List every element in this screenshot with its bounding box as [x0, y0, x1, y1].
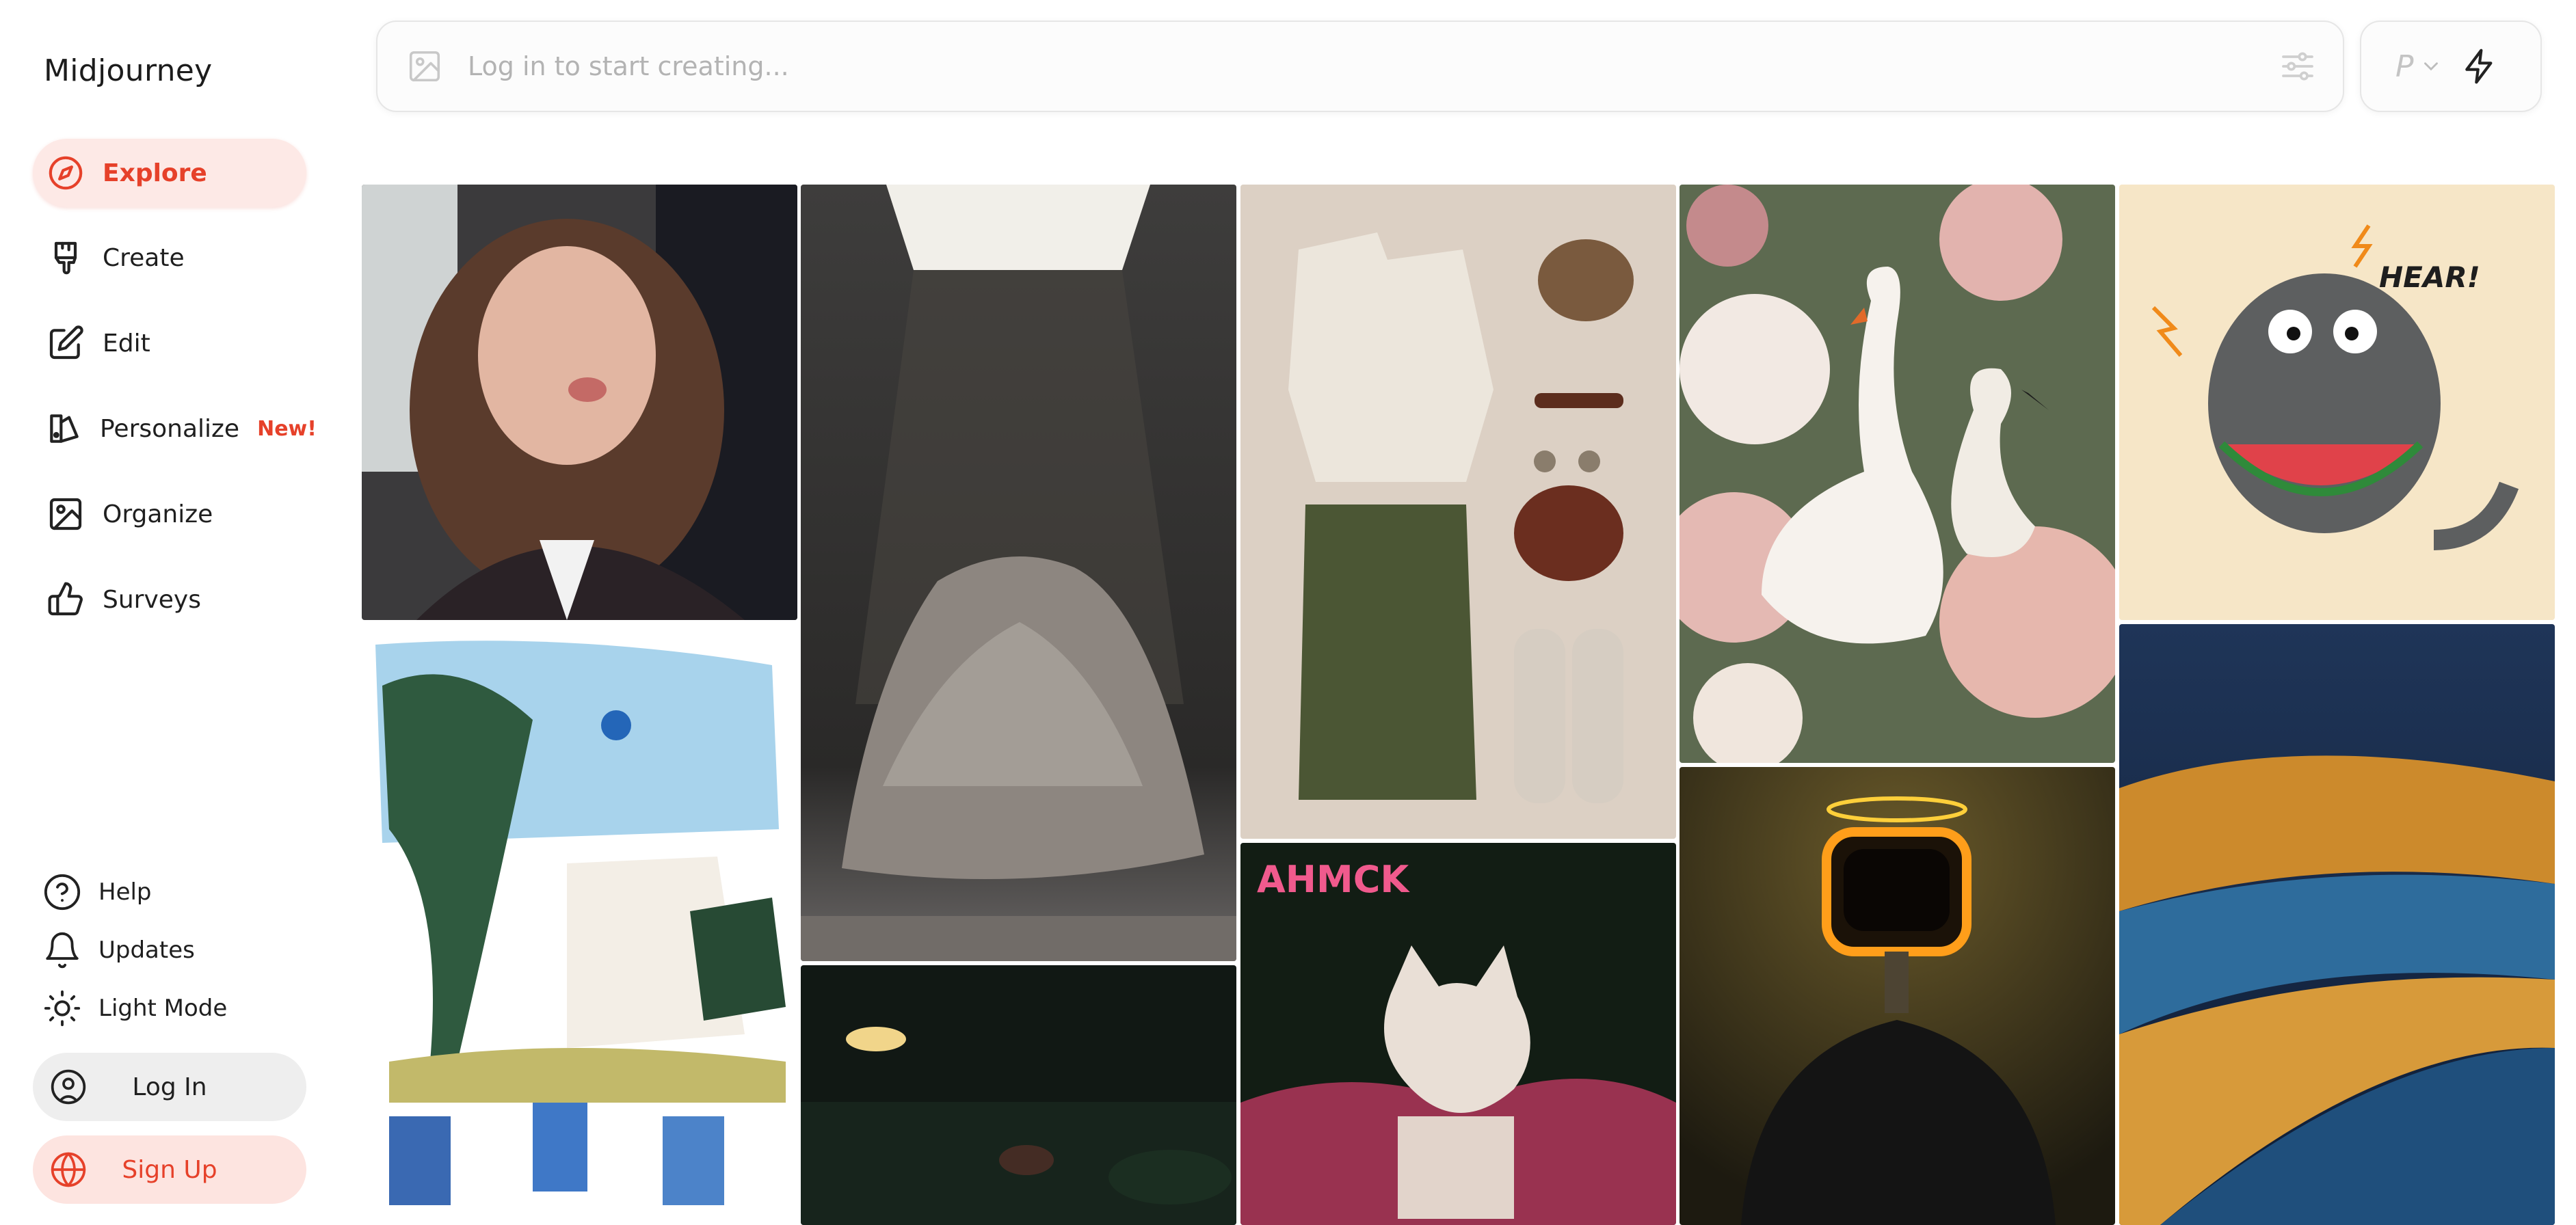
- nav-explore[interactable]: Explore: [33, 139, 306, 207]
- nav-organize[interactable]: Organize: [33, 480, 306, 548]
- login-button[interactable]: Log In: [33, 1053, 306, 1121]
- help-icon: [44, 874, 81, 911]
- help-link[interactable]: Help: [42, 868, 152, 916]
- brush-icon: [45, 237, 86, 278]
- nav-surveys[interactable]: Surveys: [33, 565, 306, 634]
- thumbs-up-icon: [45, 579, 86, 620]
- gallery-image-sculpture-pile[interactable]: [801, 185, 1236, 961]
- nav-personalize[interactable]: Personalize New!: [33, 394, 317, 463]
- personalize-icon: [45, 408, 83, 449]
- image-upload-icon[interactable]: [406, 48, 443, 85]
- light-mode-toggle[interactable]: Light Mode: [42, 984, 227, 1032]
- gallery-image-cat-poster[interactable]: AHMCK: [1240, 843, 1676, 1225]
- personalize-toggle[interactable]: P: [2395, 49, 2414, 84]
- nav-explore-label: Explore: [103, 159, 207, 187]
- settings-sliders-icon[interactable]: [2279, 47, 2317, 85]
- edit-icon: [45, 323, 86, 364]
- nav-personalize-label: Personalize: [100, 414, 240, 443]
- nav-edit[interactable]: Edit: [33, 309, 306, 377]
- new-badge: New!: [257, 416, 317, 441]
- login-label: Log In: [132, 1073, 207, 1101]
- bell-icon: [46, 932, 79, 969]
- brand-logo[interactable]: Midjourney: [44, 53, 212, 88]
- light-mode-label: Light Mode: [98, 995, 228, 1022]
- compass-icon: [45, 152, 86, 193]
- prompt-input[interactable]: Log in to start creating...: [376, 21, 2344, 112]
- gallery-image-robot-halo[interactable]: [1679, 767, 2115, 1225]
- help-label: Help: [98, 878, 152, 906]
- gallery-image-flatlay-outfit[interactable]: [1240, 185, 1676, 839]
- nav-surveys-label: Surveys: [103, 585, 201, 614]
- sun-icon: [44, 990, 81, 1027]
- gallery-image-night-blur[interactable]: [801, 965, 1236, 1225]
- prompt-placeholder: Log in to start creating...: [468, 51, 789, 81]
- updates-link[interactable]: Updates: [42, 926, 195, 974]
- chevron-down-icon[interactable]: [2419, 55, 2443, 78]
- sidebar: Midjourney Explore Create Edit Personali…: [0, 0, 342, 1225]
- nav-create-label: Create: [103, 243, 185, 272]
- gallery-image-glitter-waves[interactable]: [2119, 624, 2555, 1225]
- mode-controls: P: [2360, 21, 2542, 112]
- signup-button[interactable]: Sign Up: [33, 1135, 306, 1204]
- signup-label: Sign Up: [122, 1155, 217, 1184]
- gallery-image-painted-park[interactable]: [362, 624, 797, 1225]
- bolt-icon[interactable]: [2460, 47, 2499, 85]
- gallery-image-swans-peonies[interactable]: [1679, 185, 2115, 763]
- nav-organize-label: Organize: [103, 500, 213, 528]
- nav-create[interactable]: Create: [33, 224, 306, 292]
- gallery-image-fuzzy-monster[interactable]: HEAR!: [2119, 185, 2555, 620]
- updates-label: Updates: [98, 937, 195, 964]
- nav-edit-label: Edit: [103, 329, 150, 358]
- image-icon: [45, 494, 86, 535]
- gallery-image-portrait-selfie[interactable]: [362, 185, 797, 620]
- poster-title: AHMCK: [1257, 858, 1410, 901]
- monster-text: HEAR!: [2379, 260, 2480, 294]
